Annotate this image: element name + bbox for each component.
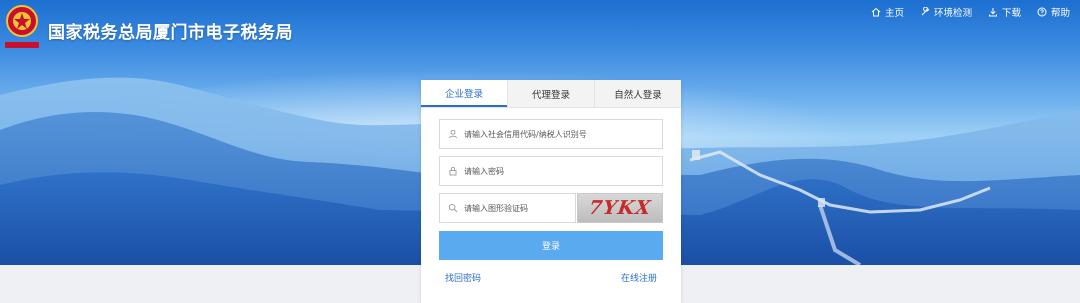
tab-individual-login[interactable]: 自然人登录 xyxy=(595,80,681,107)
account-input[interactable] xyxy=(464,129,662,139)
nav-help-label: 帮助 xyxy=(1050,8,1070,19)
register-link[interactable]: 在线注册 xyxy=(621,271,657,284)
nav-environment-check[interactable]: 环境检测 xyxy=(920,5,972,19)
nav-download[interactable]: 下载 xyxy=(988,5,1021,19)
tab-enterprise-login[interactable]: 企业登录 xyxy=(421,80,507,107)
nav-download-label: 下载 xyxy=(1001,8,1021,19)
help-icon xyxy=(1037,7,1047,17)
captcha-field xyxy=(439,193,576,223)
site-title: 国家税务总局厦门市电子税务局 xyxy=(48,23,293,43)
tax-emblem-icon xyxy=(5,5,39,48)
search-icon xyxy=(448,203,458,213)
top-navigation: 主页 环境检测 下载 帮助 xyxy=(871,5,1070,19)
nav-home[interactable]: 主页 xyxy=(871,5,904,19)
home-icon xyxy=(871,7,881,17)
login-button[interactable]: 登录 xyxy=(439,231,663,260)
forgot-password-link[interactable]: 找回密码 xyxy=(445,271,481,284)
user-icon xyxy=(449,129,457,139)
tab-agent-login[interactable]: 代理登录 xyxy=(507,80,595,107)
login-tabs: 企业登录 代理登录 自然人登录 xyxy=(421,80,681,108)
account-field xyxy=(439,119,663,149)
nav-environment-check-label: 环境检测 xyxy=(933,8,972,19)
captcha-input[interactable] xyxy=(464,203,575,213)
wrench-icon xyxy=(921,7,930,16)
lock-icon xyxy=(449,166,457,176)
login-panel: 企业登录 代理登录 自然人登录 7YKX 登录 找回密码 在线注册 xyxy=(421,80,681,303)
password-field xyxy=(439,156,663,186)
password-input[interactable] xyxy=(464,166,662,176)
download-icon xyxy=(988,8,997,17)
captcha-text: 7YKX xyxy=(587,197,653,219)
nav-home-label: 主页 xyxy=(884,8,904,19)
nav-help[interactable]: 帮助 xyxy=(1037,5,1070,19)
captcha-image[interactable]: 7YKX xyxy=(577,193,663,223)
